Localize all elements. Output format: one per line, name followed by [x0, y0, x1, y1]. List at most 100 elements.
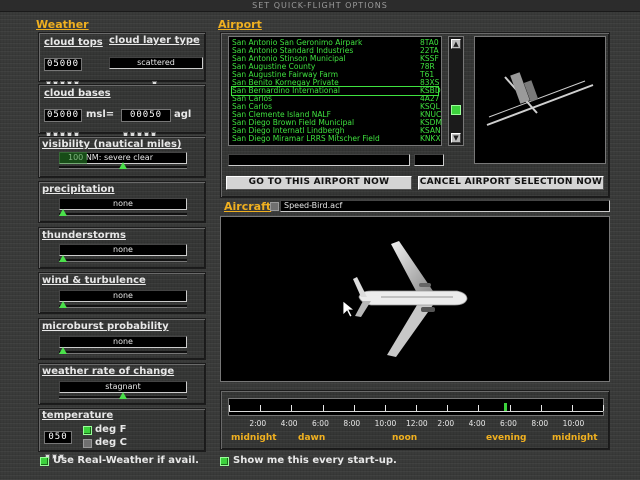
time-tick [603, 405, 604, 411]
time-tick [353, 405, 355, 411]
deg-c-checkbox[interactable] [83, 439, 92, 448]
wind-turbulence-label: wind & turbulence [42, 275, 146, 286]
airport-code-input[interactable] [414, 154, 444, 166]
microburst-panel: microburst probability none [38, 318, 206, 360]
aircraft-preview [220, 216, 610, 382]
time-hour-label: 4:00 [468, 419, 486, 428]
rate-of-change-panel: weather rate of change stagnant [38, 363, 206, 405]
real-weather-label: Use Real-Weather if avail. [53, 455, 199, 466]
aircraft-engine-near [421, 307, 435, 312]
cloud-tops-value[interactable]: 05000 [44, 58, 82, 71]
microburst-slider-track[interactable] [59, 351, 187, 354]
precipitation-value: none [59, 198, 187, 210]
precipitation-panel: precipitation none [38, 181, 206, 223]
go-to-airport-button[interactable]: GO TO THIS AIRPORT NOW [226, 176, 412, 190]
aircraft-render [342, 241, 468, 357]
time-hour-label: 2:00 [437, 419, 455, 428]
rate-of-change-label: weather rate of change [42, 366, 175, 377]
temperature-label: temperature [42, 410, 114, 421]
time-slider-thumb[interactable] [504, 403, 508, 411]
time-tick [509, 405, 511, 411]
cloud-bases-panel: cloud bases 05000 msl= 00050 agl [38, 84, 206, 137]
visibility-panel: visibility (nautical miles) 100 NM: seve… [38, 136, 206, 178]
rate-of-change-slider-thumb[interactable] [119, 392, 127, 399]
airport-list-item[interactable]: San Diego Miramar LRRS Mitscher Field KNK… [232, 134, 441, 143]
cloud-tops-label: cloud tops [44, 37, 103, 48]
time-hour-label: 12:00 [406, 419, 428, 428]
thunderstorms-value: none [59, 244, 187, 256]
startup-label: Show me this every start-up. [233, 455, 397, 466]
time-tick [260, 405, 262, 411]
aircraft-wing-near [387, 305, 433, 357]
time-hour-label: 4:00 [280, 419, 298, 428]
time-name-label: evening [486, 433, 527, 443]
real-weather-checkbox[interactable] [40, 457, 49, 466]
time-tick [322, 405, 324, 411]
precipitation-label: precipitation [42, 184, 115, 195]
aircraft-engine-far [419, 283, 431, 287]
wind-turbulence-panel: wind & turbulence none [38, 272, 206, 314]
aircraft-tail-fin [353, 277, 367, 297]
cloud-bases-agl-value[interactable]: 00050 [121, 109, 171, 122]
aircraft-fuselage [358, 290, 468, 306]
airport-code: KNKX [420, 134, 441, 143]
airport-list[interactable]: San Antonio San Geronimo Airpark 8TA0 San … [228, 36, 442, 146]
temperature-value[interactable]: 050 [44, 431, 72, 444]
startup-checkbox[interactable] [220, 457, 229, 466]
microburst-label: microburst probability [42, 321, 169, 332]
cloud-bases-agl-unit: agl [174, 109, 192, 120]
time-hour-label: 10:00 [562, 419, 585, 428]
thunderstorms-slider-thumb[interactable] [59, 255, 67, 262]
thunderstorms-slider-track[interactable] [59, 259, 187, 262]
visibility-slider-thumb[interactable] [119, 162, 127, 169]
cloud-layer-type-label: cloud layer type [109, 35, 200, 46]
deg-f-label: deg F [95, 424, 127, 435]
airport-runway-preview [474, 36, 606, 164]
time-hour-label: 10:00 [374, 419, 397, 428]
microburst-slider-thumb[interactable] [59, 347, 67, 354]
cloud-bases-msl-value[interactable]: 05000 [44, 109, 82, 122]
time-tick [416, 405, 417, 411]
scroll-thumb[interactable] [451, 105, 461, 115]
cancel-airport-button[interactable]: CANCEL AIRPORT SELECTION NOW [418, 176, 604, 190]
aircraft-select-button[interactable] [270, 202, 279, 211]
visibility-bar-fill [59, 152, 87, 164]
deg-f-checkbox[interactable] [83, 426, 92, 435]
scroll-up-arrow[interactable]: ▲ [451, 39, 461, 49]
window-title: SET QUICK-FLIGHT OPTIONS [0, 0, 640, 12]
wind-turbulence-slider-thumb[interactable] [59, 301, 67, 308]
time-name-label: midnight [552, 433, 598, 443]
runway-main [486, 84, 594, 126]
time-hour-label: 6:00 [500, 419, 517, 428]
time-hour-label: 2:00 [249, 419, 267, 428]
aircraft-file-field[interactable]: Speed-Bird.acf [280, 200, 610, 212]
airport-list-scrollbar[interactable]: ▲ ▼ [448, 36, 464, 146]
time-tick [571, 405, 573, 411]
airport-name: San Diego Miramar LRRS Mitscher Field [232, 134, 380, 143]
time-of-day-slider[interactable] [228, 398, 604, 416]
cloud-bases-msl-unit: msl= [86, 109, 115, 120]
mouse-cursor-icon [342, 300, 356, 318]
time-name-label: noon [392, 433, 418, 443]
time-name-label: midnight [231, 433, 277, 443]
time-tick [447, 405, 449, 411]
thunderstorms-label: thunderstorms [42, 230, 126, 241]
time-tick [384, 405, 386, 411]
time-tick [478, 405, 480, 411]
scroll-down-arrow[interactable]: ▼ [451, 133, 461, 143]
wind-turbulence-slider-track[interactable] [59, 305, 187, 308]
time-name-label: dawn [298, 433, 326, 443]
time-hour-label: 8:00 [343, 419, 361, 428]
cloud-tops-panel: cloud tops 05000 cloud layer type scatte… [38, 32, 206, 86]
time-hour-label: 6:00 [312, 419, 329, 428]
cloud-layer-type-value[interactable]: scattered [109, 57, 203, 69]
precipitation-slider-thumb[interactable] [59, 209, 67, 216]
visibility-label: visibility (nautical miles) [42, 139, 182, 150]
aircraft-stabilizer [355, 301, 371, 317]
time-hour-label: 8:00 [531, 419, 549, 428]
precipitation-slider-track[interactable] [59, 213, 187, 216]
microburst-value: none [59, 336, 187, 348]
airport-search-input[interactable] [228, 154, 410, 166]
runway-diagram [486, 72, 594, 126]
time-slider-track [229, 411, 603, 412]
